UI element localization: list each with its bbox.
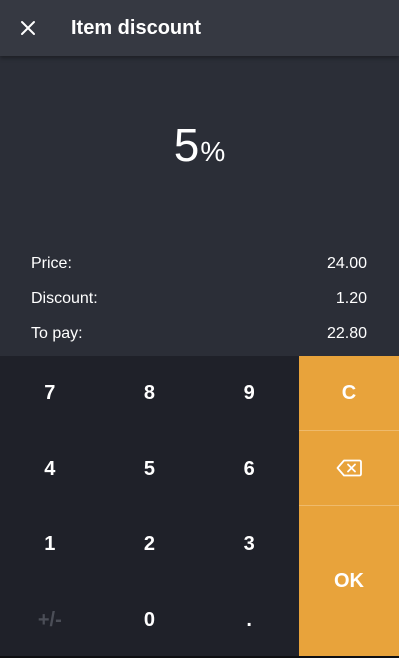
discount-display: 5% Price: 24.00 Discount: 1.20 To pay: 2… [0,56,399,356]
close-icon [21,21,35,35]
key-0[interactable]: 0 [100,583,200,658]
key-1[interactable]: 1 [0,507,100,583]
backspace-button[interactable] [299,431,399,506]
discount-row: Discount: 1.20 [31,281,367,316]
price-label: Price: [31,254,72,272]
number-keypad: 7 8 9 4 5 6 1 2 3 +/- 0 . [0,356,299,658]
key-5[interactable]: 5 [100,432,200,508]
backspace-icon [336,459,362,477]
key-7[interactable]: 7 [0,356,100,432]
to-pay-value: 22.80 [326,324,367,342]
price-row: Price: 24.00 [31,246,367,281]
key-6[interactable]: 6 [199,432,299,508]
key-4[interactable]: 4 [0,432,100,508]
key-sign-toggle: +/- [37,608,62,631]
to-pay-label: To pay: [31,324,83,342]
discount-value-row: 5% [0,118,399,172]
action-column: C OK [299,356,399,656]
key-3[interactable]: 3 [199,507,299,583]
key-2[interactable]: 2 [100,507,200,583]
clear-button[interactable]: C [299,356,399,431]
ok-button[interactable]: OK [299,506,399,656]
key-decimal[interactable]: . [199,583,299,658]
discount-label: Discount: [31,289,98,307]
price-summary: Price: 24.00 Discount: 1.20 To pay: 22.8… [31,246,367,351]
discount-value: 5 [173,119,200,171]
close-button[interactable] [0,0,56,56]
key-9[interactable]: 9 [199,356,299,432]
page-title: Item discount [71,16,202,39]
discount-unit: % [200,136,226,167]
discount-amount: 1.20 [335,289,367,307]
to-pay-row: To pay: 22.80 [31,316,367,351]
price-value: 24.00 [326,254,367,272]
key-8[interactable]: 8 [100,356,200,432]
app-header: Item discount [0,0,399,56]
